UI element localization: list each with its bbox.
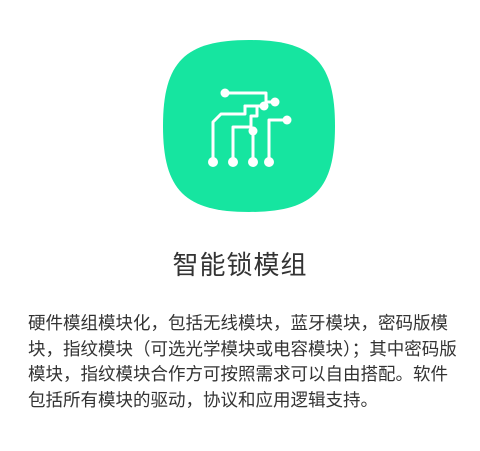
circuit-board-icon xyxy=(163,40,335,212)
smart-lock-module-card: 智能锁模组 硬件模组模块化，包括无线模块，蓝牙模块，密码版模块，指纹模块（可选光… xyxy=(0,0,480,451)
module-title: 智能锁模组 xyxy=(172,251,308,281)
module-description: 硬件模组模块化，包括无线模块，蓝牙模块，密码版模块，指纹模块（可选光学模块或电容… xyxy=(28,314,457,411)
